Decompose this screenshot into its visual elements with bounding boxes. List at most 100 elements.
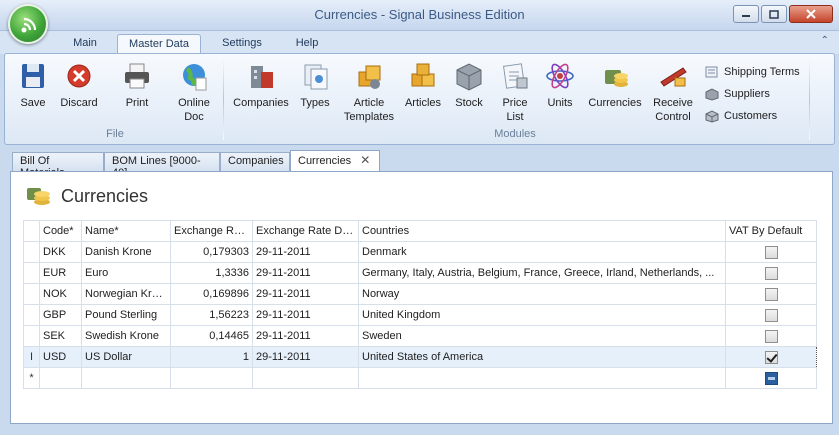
cell-exchange-rate[interactable]: 0,169896 (170, 283, 253, 305)
currencies-button[interactable]: Currencies (585, 60, 645, 110)
row-selector[interactable] (23, 283, 40, 305)
currencies-grid: Code* Name* Exchange Rate Exchange Rate … (23, 220, 817, 389)
column-header-exchange-rate-date[interactable]: Exchange Rate Date (252, 220, 359, 242)
vat-checkbox[interactable] (764, 245, 778, 259)
discard-button[interactable]: Discard (57, 60, 101, 110)
row-selector[interactable] (23, 325, 40, 347)
cell-name[interactable]: Euro (81, 262, 171, 284)
column-header-vat-by-default[interactable]: VAT By Default (725, 220, 817, 242)
cell-exchange-rate-date[interactable]: 29-11-2011 (252, 262, 359, 284)
vat-checkbox-checked[interactable] (764, 350, 778, 364)
doc-tab-bom-lines[interactable]: BOM Lines [9000-40] (104, 152, 220, 179)
cell-countries[interactable]: Sweden (358, 325, 726, 347)
minimize-button[interactable] (733, 5, 759, 23)
receive-control-button[interactable]: Receive Control (649, 60, 697, 124)
suppliers-button[interactable]: Suppliers (705, 83, 800, 105)
application-menu-button[interactable] (8, 4, 48, 44)
cell-exchange-rate[interactable]: 0,179303 (170, 241, 253, 263)
cell-code[interactable]: EUR (39, 262, 82, 284)
close-icon (806, 9, 816, 19)
cell-code[interactable] (39, 367, 82, 389)
vat-checkbox[interactable] (764, 266, 778, 280)
print-button[interactable]: Print (120, 60, 154, 110)
cell-code[interactable]: NOK (39, 283, 82, 305)
cell-exchange-rate-date[interactable] (252, 367, 359, 389)
price-list-button[interactable]: Price List (497, 60, 533, 124)
cell-code[interactable]: DKK (39, 241, 82, 263)
column-header-name[interactable]: Name* (81, 220, 171, 242)
row-selector[interactable] (23, 241, 40, 263)
column-header-countries[interactable]: Countries (358, 220, 726, 242)
cell-countries[interactable]: Germany, Italy, Austria, Belgium, France… (358, 262, 726, 284)
cell-countries[interactable]: United Kingdom (358, 304, 726, 326)
table-row[interactable]: SEK Swedish Krone 0,14465 29-11-2011 Swe… (23, 325, 817, 347)
cell-name[interactable]: Danish Krone (81, 241, 171, 263)
close-window-button[interactable] (789, 5, 833, 23)
shipping-terms-button[interactable]: Shipping Terms (705, 61, 800, 83)
cell-exchange-rate-date[interactable]: 29-11-2011 (252, 241, 359, 263)
doc-tab-companies[interactable]: Companies (220, 152, 290, 171)
cell-code[interactable]: GBP (39, 304, 82, 326)
vat-checkbox-indeterminate[interactable] (764, 371, 778, 385)
close-tab-icon[interactable]: ✕ (360, 153, 370, 167)
cell-countries[interactable]: United States of America (358, 346, 726, 368)
cell-exchange-rate-date[interactable]: 29-11-2011 (252, 346, 359, 368)
cell-exchange-rate-date[interactable]: 29-11-2011 (252, 304, 359, 326)
vat-checkbox[interactable] (764, 329, 778, 343)
article-templates-icon (353, 60, 385, 92)
tab-master-data[interactable]: Master Data (117, 34, 201, 55)
stock-button[interactable]: Stock (451, 60, 487, 110)
new-row-marker[interactable]: * (23, 367, 40, 389)
cell-code[interactable]: USD (39, 346, 82, 368)
cell-countries[interactable]: Denmark (358, 241, 726, 263)
cell-exchange-rate[interactable]: 1 (170, 346, 253, 368)
ribbon-collapse-icon[interactable]: ⌃ (821, 35, 829, 46)
articles-button[interactable]: Articles (403, 60, 443, 110)
row-selector[interactable] (23, 304, 40, 326)
cell-exchange-rate[interactable]: 1,56223 (170, 304, 253, 326)
new-row[interactable]: * (23, 367, 817, 389)
cell-name[interactable]: Pound Sterling (81, 304, 171, 326)
tab-help[interactable]: Help (285, 34, 329, 54)
column-header-code[interactable]: Code* (39, 220, 82, 242)
cell-name[interactable]: Swedish Krone (81, 325, 171, 347)
online-doc-button[interactable]: Online Doc (173, 60, 215, 124)
companies-button[interactable]: Companies (233, 60, 289, 110)
article-templates-button[interactable]: Article Templates (341, 60, 397, 124)
units-button[interactable]: Units (542, 60, 578, 110)
cell-exchange-rate-date[interactable]: 29-11-2011 (252, 325, 359, 347)
signal-icon (21, 17, 37, 33)
column-header-exchange-rate[interactable]: Exchange Rate (170, 220, 253, 242)
cell-countries[interactable]: Norway (358, 283, 726, 305)
doc-tab-bill-of-materials[interactable]: Bill Of Materials (12, 152, 104, 179)
row-selector[interactable] (23, 262, 40, 284)
table-row[interactable]: NOK Norwegian Krone 0,169896 29-11-2011 … (23, 283, 817, 305)
cell-code[interactable]: SEK (39, 325, 82, 347)
customers-button[interactable]: Customers (705, 105, 800, 127)
tab-settings[interactable]: Settings (211, 34, 273, 54)
types-button[interactable]: Types (297, 60, 333, 110)
save-button[interactable]: Save (15, 60, 51, 110)
row-selector-current[interactable]: I (23, 346, 40, 368)
cell-exchange-rate[interactable] (170, 367, 253, 389)
cell-exchange-rate[interactable]: 1,3336 (170, 262, 253, 284)
maximize-icon (769, 9, 779, 19)
table-row[interactable]: DKK Danish Krone 0,179303 29-11-2011 Den… (23, 241, 817, 263)
table-row[interactable]: EUR Euro 1,3336 29-11-2011 Germany, Ital… (23, 262, 817, 284)
cell-countries[interactable] (358, 367, 726, 389)
cell-name[interactable] (81, 367, 171, 389)
cell-vat-by-default (725, 325, 817, 347)
table-row-current[interactable]: I USD US Dollar 1 29-11-2011 United Stat… (23, 346, 817, 368)
cell-exchange-rate[interactable]: 0,14465 (170, 325, 253, 347)
cell-exchange-rate-date[interactable]: 29-11-2011 (252, 283, 359, 305)
maximize-button[interactable] (761, 5, 787, 23)
doc-tab-currencies[interactable]: Currencies ✕ (290, 150, 380, 171)
ribbon: Save Discard Print Online Doc File Compa… (4, 53, 835, 145)
tab-main[interactable]: Main (63, 34, 107, 54)
cell-name[interactable]: US Dollar (81, 346, 171, 368)
vat-checkbox[interactable] (764, 287, 778, 301)
table-row[interactable]: GBP Pound Sterling 1,56223 29-11-2011 Un… (23, 304, 817, 326)
vat-checkbox[interactable] (764, 308, 778, 322)
cell-vat-by-default (725, 283, 817, 305)
cell-name[interactable]: Norwegian Krone (81, 283, 171, 305)
